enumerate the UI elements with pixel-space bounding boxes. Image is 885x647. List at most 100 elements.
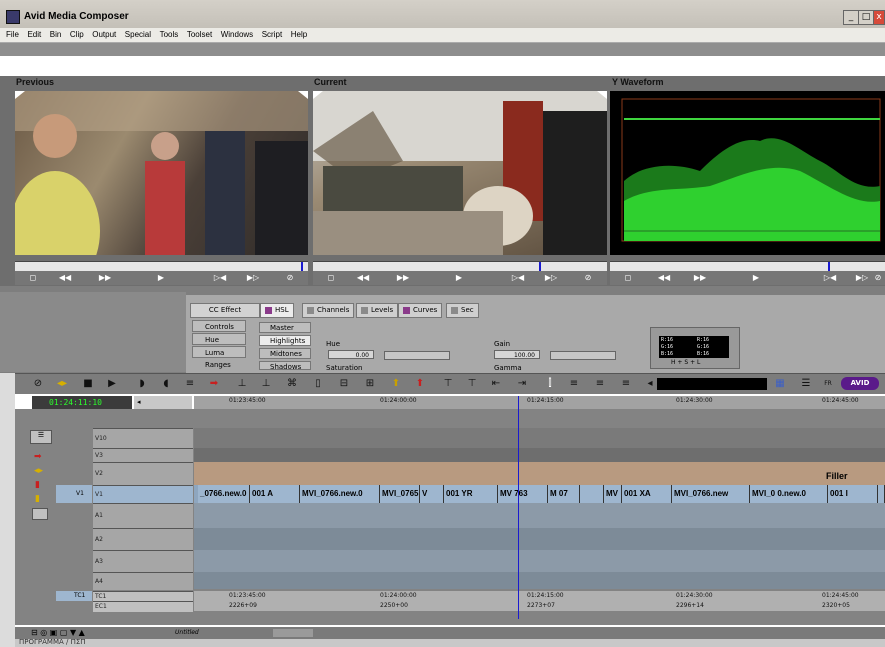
mark-out-button[interactable]: ▶▷ bbox=[541, 273, 561, 283]
add-edit-icon[interactable]: ⌘ bbox=[285, 378, 299, 390]
sequence-icon[interactable]: ≡ bbox=[567, 378, 581, 390]
mark-out-button[interactable]: ▶▷ bbox=[243, 273, 263, 283]
previous-position-bar[interactable] bbox=[15, 261, 308, 271]
close-button[interactable]: x bbox=[873, 10, 885, 25]
step-forward-button[interactable]: ▶▶ bbox=[95, 273, 115, 283]
bin-tab[interactable]: ΠΡΟΓΡΑΜΜΑ / ΠΣΠ bbox=[19, 638, 86, 646]
clear-marks-button[interactable]: ⊘ bbox=[578, 273, 598, 283]
extract-icon[interactable]: ⊥ bbox=[259, 378, 273, 390]
track-header-a1[interactable]: A1 bbox=[93, 503, 193, 529]
hsl-dropdown[interactable]: H + S + L bbox=[671, 359, 700, 366]
play-button[interactable]: ▶ bbox=[151, 273, 171, 283]
timeline-clip[interactable] bbox=[878, 485, 885, 503]
lift-icon[interactable]: ⊥ bbox=[235, 378, 249, 390]
hue-offsets-button[interactable]: Hue Offsets bbox=[192, 333, 246, 356]
playhead[interactable] bbox=[518, 396, 519, 619]
menu-tools[interactable]: Tools bbox=[160, 28, 179, 42]
track-header-v10[interactable]: V10 bbox=[93, 428, 193, 449]
scroll-thumb[interactable] bbox=[273, 629, 313, 637]
lift-overwrite-icon[interactable]: ⬆ bbox=[389, 378, 403, 390]
match-frame-icon[interactable]: ⊟ bbox=[337, 378, 351, 390]
trim-left-icon[interactable]: ⇤ bbox=[489, 378, 503, 390]
track-v10[interactable] bbox=[194, 428, 885, 448]
controls-button[interactable]: Controls bbox=[192, 320, 246, 332]
clear-icon[interactable]: ⊘ bbox=[31, 378, 45, 390]
lift-icon[interactable]: ▮ bbox=[35, 494, 40, 504]
play-button[interactable]: ▶ bbox=[449, 273, 469, 283]
track-v1[interactable]: _0766.new.0 001 A MVI_0766.new.0 MVI_076… bbox=[194, 485, 885, 503]
timeline-clip[interactable]: 001 A bbox=[250, 485, 300, 503]
timeline-clip[interactable]: MV 763 bbox=[498, 485, 548, 503]
audio-icon[interactable]: ≡ bbox=[593, 378, 607, 390]
gain-value[interactable]: 100.00 bbox=[494, 350, 540, 359]
source-track-v1[interactable]: V1 bbox=[56, 485, 92, 503]
track-header-a3[interactable]: A3 bbox=[93, 550, 193, 573]
stop-button[interactable]: ◻ bbox=[321, 273, 341, 283]
fast-menu-icon[interactable]: FR bbox=[821, 378, 835, 390]
stop-icon[interactable]: ■ bbox=[81, 378, 95, 390]
current-position-bar[interactable] bbox=[313, 261, 607, 271]
mark-in-icon[interactable]: ◗ bbox=[135, 378, 149, 390]
midtones-button[interactable]: Midtones bbox=[259, 348, 311, 359]
track-header-a2[interactable]: A2 bbox=[93, 528, 193, 551]
tab-levels[interactable]: Levels bbox=[356, 303, 399, 318]
track-header-v2[interactable]: V2 bbox=[93, 462, 193, 486]
menu-script[interactable]: Script bbox=[262, 28, 282, 42]
step-forward-button[interactable]: ▶▶ bbox=[393, 273, 413, 283]
track-a2[interactable] bbox=[194, 528, 885, 550]
track-v3[interactable] bbox=[194, 448, 885, 462]
stop-button[interactable]: ◻ bbox=[618, 273, 638, 283]
track-header-v3[interactable]: V3 bbox=[93, 448, 193, 463]
step-back-button[interactable]: ◀◀ bbox=[353, 273, 373, 283]
in-out-icon[interactable]: ◂▸ bbox=[55, 378, 69, 390]
hue-value[interactable]: 0.00 bbox=[328, 350, 374, 359]
track-header-v1[interactable]: V1 bbox=[93, 485, 193, 504]
menu-bin[interactable]: Bin bbox=[50, 28, 62, 42]
source-track-tc1[interactable]: TC1 bbox=[56, 591, 92, 601]
tail-icon[interactable]: ⊤ bbox=[465, 378, 479, 390]
top-icon[interactable]: ⊤ bbox=[441, 378, 455, 390]
highlights-button[interactable]: Highlights bbox=[259, 335, 311, 346]
hue-slider[interactable] bbox=[384, 351, 450, 360]
maximize-button[interactable]: □ bbox=[858, 10, 874, 25]
tab-hsl[interactable]: HSL bbox=[260, 303, 294, 318]
mark-in-button[interactable]: ▷◀ bbox=[508, 273, 528, 283]
menu-help[interactable]: Help bbox=[291, 28, 307, 42]
track-v2[interactable]: Filler bbox=[194, 462, 885, 485]
stop-button[interactable]: ◻ bbox=[23, 273, 43, 283]
mark-in-button[interactable]: ▷◀ bbox=[210, 273, 230, 283]
sync-icon[interactable] bbox=[32, 508, 48, 520]
extract-splice-icon[interactable]: ⬆ bbox=[413, 378, 427, 390]
timeline-clip[interactable]: V bbox=[420, 485, 444, 503]
step-back-button[interactable]: ◀◀ bbox=[654, 273, 674, 283]
gain-slider[interactable] bbox=[550, 351, 616, 360]
timeline-view-icon[interactable]: ▦ bbox=[773, 378, 787, 390]
timeline-clip[interactable]: 001 I bbox=[828, 485, 878, 503]
play-button[interactable]: ▶ bbox=[746, 273, 766, 283]
track-header-ec1[interactable]: EC1 bbox=[93, 601, 193, 612]
menu-output[interactable]: Output bbox=[92, 28, 116, 42]
timeline-ruler[interactable]: 01:23:45:00 01:24:00:00 01:24:15:00 01:2… bbox=[194, 396, 885, 409]
timeline-clip[interactable]: MVI_0765 bbox=[380, 485, 420, 503]
mark-in-button[interactable]: ▷◀ bbox=[820, 273, 840, 283]
waveform-position-bar[interactable] bbox=[610, 261, 885, 271]
tools-icon[interactable]: ⊞ bbox=[363, 378, 377, 390]
menu-toolset[interactable]: Toolset bbox=[187, 28, 212, 42]
menu-file[interactable]: File bbox=[6, 28, 19, 42]
step-forward-button[interactable]: ▶▶ bbox=[690, 273, 710, 283]
splice-in-icon[interactable]: ➡ bbox=[207, 378, 221, 390]
mark-out-icon[interactable]: ◖ bbox=[159, 378, 173, 390]
timeline-clip[interactable] bbox=[580, 485, 604, 503]
timeline-clip[interactable]: MVI_0766.new.0 bbox=[300, 485, 380, 503]
track-a3[interactable] bbox=[194, 550, 885, 572]
step-icon[interactable]: ◂ bbox=[643, 378, 657, 390]
splice-icon[interactable]: ➡ bbox=[34, 452, 42, 462]
timeline-clip[interactable]: MV bbox=[604, 485, 622, 503]
trim-right-icon[interactable]: ⇥ bbox=[515, 378, 529, 390]
previous-video-frame[interactable] bbox=[15, 91, 308, 255]
current-video-frame[interactable] bbox=[313, 91, 607, 255]
shadows-button[interactable]: Shadows bbox=[259, 361, 311, 371]
track-a4[interactable] bbox=[194, 572, 885, 589]
play-icon[interactable]: ▶ bbox=[105, 378, 119, 390]
timeline-clip[interactable]: _0766.new.0 bbox=[198, 485, 250, 503]
